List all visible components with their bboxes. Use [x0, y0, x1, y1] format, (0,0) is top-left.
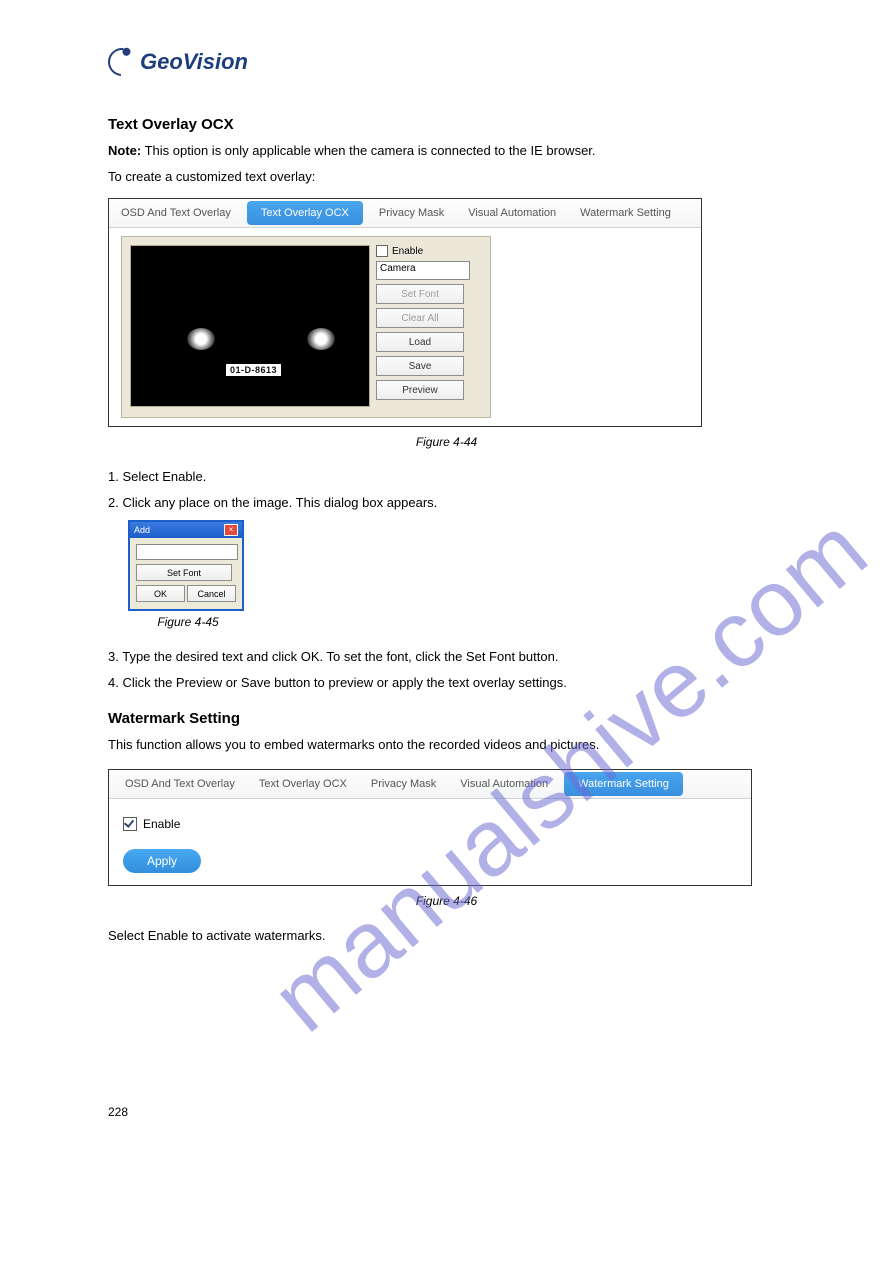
license-plate: 01-D-8613 [226, 364, 281, 376]
intro-text: To create a customized text overlay: [108, 167, 785, 187]
tab-bar-2: OSD And Text Overlay Text Overlay OCX Pr… [109, 770, 751, 799]
note-text: This option is only applicable when the … [145, 143, 596, 158]
tab-watermark-setting[interactable]: Watermark Setting [568, 199, 683, 227]
tab-osd[interactable]: OSD And Text Overlay [113, 770, 247, 798]
enable-label: Enable [143, 817, 180, 831]
tab-bar: OSD And Text Overlay Text Overlay OCX Pr… [109, 199, 701, 228]
add-dialog: Add × Set Font OK Cancel [128, 520, 244, 611]
set-font-button[interactable]: Set Font [376, 284, 464, 304]
save-button[interactable]: Save [376, 356, 464, 376]
figure-4-44-panel: OSD And Text Overlay Text Overlay OCX Pr… [108, 198, 702, 427]
preview-button[interactable]: Preview [376, 380, 464, 400]
add-dialog-title: Add [134, 525, 150, 535]
headlight-icon [307, 328, 335, 350]
step-3: 3. Type the desired text and click OK. T… [108, 647, 785, 667]
camera-name-input[interactable]: Camera [376, 261, 470, 280]
section-watermark-setting-title: Watermark Setting [108, 710, 785, 727]
step-4: 4. Click the Preview or Save button to p… [108, 673, 785, 693]
tab-text-overlay-ocx[interactable]: Text Overlay OCX [247, 201, 363, 225]
clear-all-button[interactable]: Clear All [376, 308, 464, 328]
enable-checkbox-checked[interactable] [123, 817, 137, 831]
note-label: Note: [108, 143, 141, 158]
add-text-input[interactable] [136, 544, 238, 560]
camera-preview[interactable]: 01-D-8613 [130, 245, 370, 407]
enable-label: Enable [392, 246, 423, 257]
tab-visual-automation[interactable]: Visual Automation [456, 199, 568, 227]
figure-4-45-caption: Figure 4-45 [128, 615, 248, 629]
enable-checkbox[interactable] [376, 245, 388, 257]
figure-4-44-caption: Figure 4-44 [151, 435, 743, 449]
ok-button[interactable]: OK [136, 585, 185, 602]
tab-text-overlay-ocx[interactable]: Text Overlay OCX [247, 770, 359, 798]
tab-osd[interactable]: OSD And Text Overlay [109, 199, 243, 227]
tab-watermark-setting[interactable]: Watermark Setting [564, 772, 683, 796]
apply-button[interactable]: Apply [123, 849, 201, 873]
page-number: 228 [108, 1105, 785, 1119]
figure-4-46-caption: Figure 4-46 [126, 894, 768, 908]
tab-visual-automation[interactable]: Visual Automation [448, 770, 560, 798]
step-2: 2. Click any place on the image. This di… [108, 493, 785, 513]
watermark-para: This function allows you to embed waterm… [108, 735, 785, 755]
logo-text: GeoVision [140, 49, 248, 75]
dialog-set-font-button[interactable]: Set Font [136, 564, 232, 581]
tab-privacy-mask[interactable]: Privacy Mask [367, 199, 456, 227]
headlight-icon [187, 328, 215, 350]
close-icon[interactable]: × [224, 524, 238, 536]
closing-text: Select Enable to activate watermarks. [108, 926, 785, 946]
load-button[interactable]: Load [376, 332, 464, 352]
section-text-overlay-ocx-title: Text Overlay OCX [108, 116, 785, 133]
step-1: 1. Select Enable. [108, 467, 785, 487]
logo: GeoVision [108, 48, 785, 76]
tab-privacy-mask[interactable]: Privacy Mask [359, 770, 448, 798]
figure-4-46-panel: OSD And Text Overlay Text Overlay OCX Pr… [108, 769, 752, 886]
cancel-button[interactable]: Cancel [187, 585, 236, 602]
logo-arc-icon [102, 42, 141, 81]
note-line: Note: This option is only applicable whe… [108, 141, 785, 161]
